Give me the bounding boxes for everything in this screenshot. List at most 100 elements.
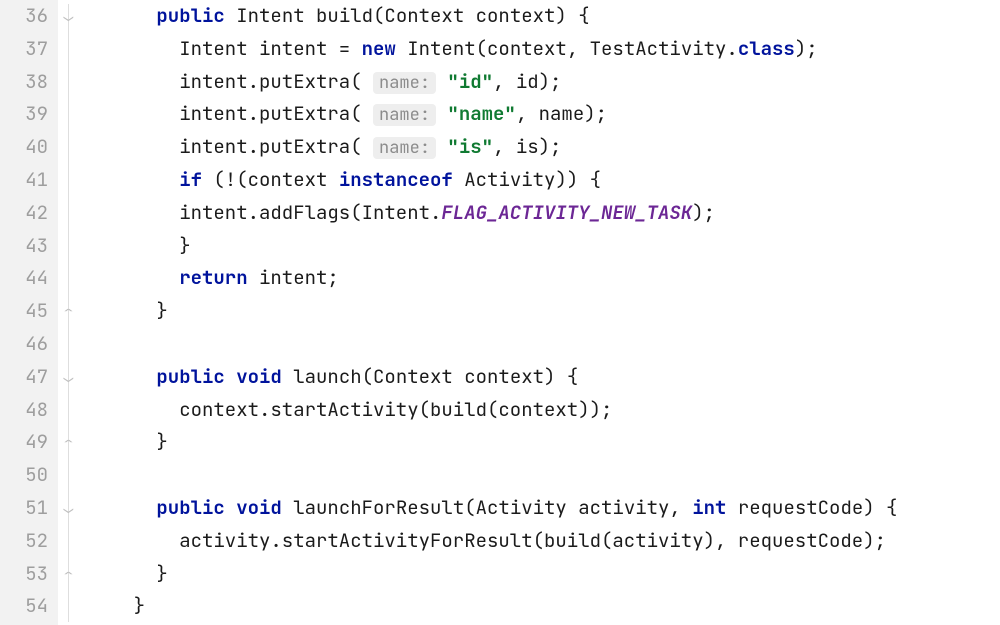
line-number: 45 [8, 295, 48, 328]
code-token: int [692, 495, 726, 520]
line-number: 41 [8, 164, 48, 197]
code-token: void [236, 364, 282, 389]
code-token: } [88, 593, 145, 618]
parameter-hint: name: [373, 104, 436, 126]
code-line[interactable]: } [88, 426, 897, 459]
code-token [88, 495, 156, 520]
code-line[interactable]: context.startActivity(build(context)); [88, 394, 897, 427]
line-number: 38 [8, 66, 48, 99]
code-token: Intent(context, TestActivity. [396, 36, 738, 61]
code-token: new [362, 36, 396, 61]
line-number: 51 [8, 492, 48, 525]
line-number: 53 [8, 558, 48, 591]
code-token: Activity)) { [453, 167, 601, 192]
code-token: return [179, 265, 247, 290]
fold-close-icon[interactable]: ⌃ [60, 305, 77, 318]
code-token: launch(Context context) { [282, 364, 578, 389]
code-line[interactable]: } [88, 230, 897, 263]
code-token: intent.addFlags(Intent. [88, 200, 441, 225]
code-token: , id); [493, 69, 561, 94]
code-token: Intent build(Context context) { [225, 3, 590, 28]
code-token: ); [692, 200, 715, 225]
code-line[interactable]: public Intent build(Context context) { [88, 0, 897, 33]
line-number: 47 [8, 361, 48, 394]
code-token [88, 265, 179, 290]
code-token: intent.putExtra( [88, 69, 373, 94]
code-token: public [156, 495, 224, 520]
fold-open-icon[interactable]: ⌄ [60, 371, 77, 384]
code-token [436, 101, 447, 126]
code-token: public [156, 364, 224, 389]
code-area[interactable]: public Intent build(Context context) { I… [84, 0, 897, 625]
line-number-gutter: 36373839404142434445464748495051525354 [0, 0, 58, 625]
code-token: (!(context [202, 167, 339, 192]
line-number: 50 [8, 459, 48, 492]
code-token: } [88, 429, 168, 454]
fold-strip: ⌄ ⌃ ⌄ ⌃ ⌄ ⌃ [58, 0, 84, 625]
code-token: requestCode) { [726, 495, 897, 520]
line-number: 49 [8, 426, 48, 459]
code-line[interactable]: intent.putExtra( name: "name", name); [88, 98, 897, 131]
code-token: activity.startActivityForResult(build(ac… [88, 528, 886, 553]
code-token: "id" [447, 69, 493, 94]
line-number: 43 [8, 230, 48, 263]
code-line[interactable]: } [88, 295, 897, 328]
line-number: 37 [8, 33, 48, 66]
code-token [88, 364, 156, 389]
code-token: "name" [447, 101, 515, 126]
code-token: instanceof [339, 167, 453, 192]
code-line[interactable]: activity.startActivityForResult(build(ac… [88, 525, 897, 558]
line-number: 39 [8, 98, 48, 131]
code-editor[interactable]: 36373839404142434445464748495051525354 ⌄… [0, 0, 1000, 625]
code-line[interactable] [88, 328, 897, 361]
code-line[interactable]: Intent intent = new Intent(context, Test… [88, 33, 897, 66]
code-token [436, 134, 447, 159]
code-token: intent; [248, 265, 339, 290]
fold-close-icon[interactable]: ⌃ [60, 436, 77, 449]
fold-close-icon[interactable]: ⌃ [60, 568, 77, 581]
code-token: } [88, 298, 168, 323]
code-line[interactable]: if (!(context instanceof Activity)) { [88, 164, 897, 197]
code-token [225, 495, 236, 520]
code-token: , name); [516, 101, 607, 126]
code-token [88, 3, 156, 28]
code-token: ); [795, 36, 818, 61]
code-line[interactable]: } [88, 590, 897, 623]
code-token: if [179, 167, 202, 192]
code-token [225, 364, 236, 389]
code-token: "is" [447, 134, 493, 159]
parameter-hint: name: [373, 72, 436, 94]
code-line[interactable]: public void launchForResult(Activity act… [88, 492, 897, 525]
code-token: } [88, 233, 191, 258]
line-number: 54 [8, 590, 48, 623]
code-line[interactable]: public void launch(Context context) { [88, 361, 897, 394]
line-number: 44 [8, 262, 48, 295]
code-token: void [236, 495, 282, 520]
line-number: 36 [8, 0, 48, 33]
code-token: public [156, 3, 224, 28]
line-number: 42 [8, 197, 48, 230]
code-token: class [738, 36, 795, 61]
code-token: } [88, 561, 168, 586]
code-token: , is); [493, 134, 561, 159]
code-token [88, 167, 179, 192]
code-line[interactable]: return intent; [88, 262, 897, 295]
code-token [436, 69, 447, 94]
code-token: intent.putExtra( [88, 101, 373, 126]
code-token: intent.putExtra( [88, 134, 373, 159]
line-number: 40 [8, 131, 48, 164]
code-token: Intent intent = [88, 36, 362, 61]
code-line[interactable] [88, 459, 897, 492]
line-number: 46 [8, 328, 48, 361]
fold-open-icon[interactable]: ⌄ [60, 10, 77, 23]
code-token: context.startActivity(build(context)); [88, 397, 612, 422]
parameter-hint: name: [373, 137, 436, 159]
fold-open-icon[interactable]: ⌄ [60, 502, 77, 515]
code-line[interactable]: intent.putExtra( name: "id", id); [88, 66, 897, 99]
line-number: 52 [8, 525, 48, 558]
code-token: launchForResult(Activity activity, [282, 495, 692, 520]
line-number: 48 [8, 394, 48, 427]
code-line[interactable]: intent.addFlags(Intent.FLAG_ACTIVITY_NEW… [88, 197, 897, 230]
code-line[interactable]: } [88, 558, 897, 591]
code-line[interactable]: intent.putExtra( name: "is", is); [88, 131, 897, 164]
